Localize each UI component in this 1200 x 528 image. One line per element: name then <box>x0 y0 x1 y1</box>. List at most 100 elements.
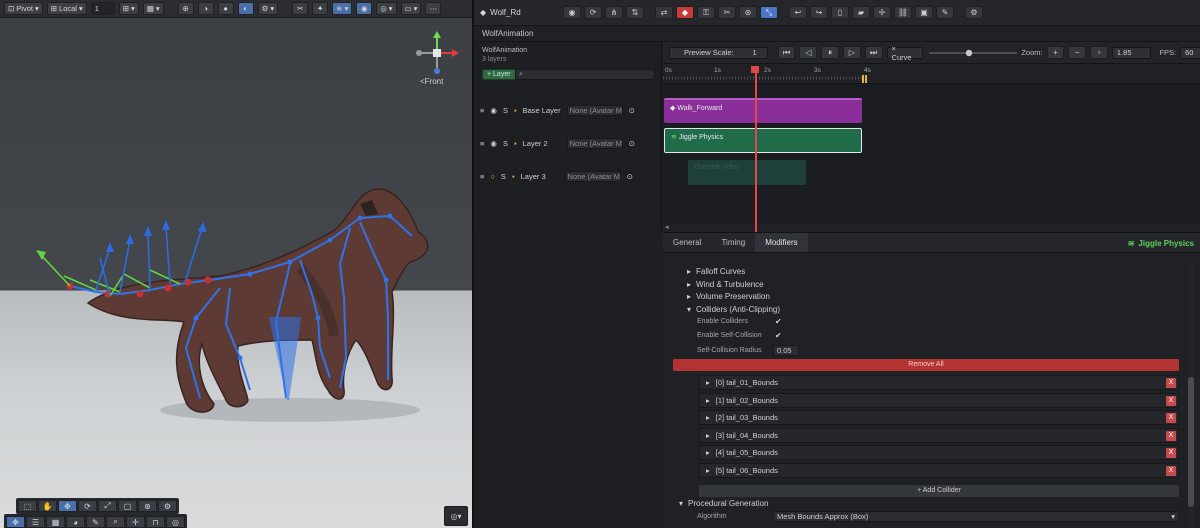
pan-tool[interactable]: ✛ <box>126 516 145 528</box>
avatar-mask-field[interactable]: None (Avatar Mask) <box>564 170 621 182</box>
pivot-dropdown[interactable]: ⊡ Pivot ▾ <box>4 2 43 15</box>
record-button[interactable]: ◉ <box>563 6 581 19</box>
timeline-hscroll[interactable]: ◂ <box>663 224 1200 232</box>
solid-shading-button[interactable]: ● <box>217 2 234 15</box>
light-toggle-button[interactable]: ✦ <box>312 2 329 15</box>
fps-field[interactable]: 60 <box>1180 46 1200 59</box>
hierarchy-button[interactable]: ⋔ <box>605 6 623 19</box>
algorithm-select[interactable]: Mesh Bounds Approx (Box) ▾ <box>773 511 1179 522</box>
section-wind[interactable]: ▸ Wind & Turbulence <box>687 280 764 289</box>
collider-item[interactable]: ▸ [4] tail_05_Bounds X <box>699 445 1179 460</box>
move-tool[interactable]: ✥ <box>58 500 77 512</box>
playhead[interactable] <box>755 66 757 232</box>
go-start-button[interactable]: ⏮ <box>777 46 796 59</box>
more-button[interactable]: ⋯ <box>425 2 442 15</box>
move-gizmo-tool[interactable]: ✥ <box>6 516 25 528</box>
render-settings-button[interactable]: ⚙ ▾ <box>257 2 279 15</box>
go-end-button[interactable]: ⏭ <box>864 46 883 59</box>
swap-button[interactable]: ⇄ <box>655 6 673 19</box>
material-shading-button[interactable]: ◐ <box>237 2 254 15</box>
new-file-button[interactable]: ▯ <box>831 6 849 19</box>
section-procedural[interactable]: ▾ Procedural Generation <box>679 499 769 508</box>
target-icon[interactable]: ⊙ <box>629 106 635 115</box>
collider-item[interactable]: ▸ [0] tail_01_Bounds X <box>699 375 1179 390</box>
enable-colliders-checkbox[interactable]: ✔ <box>775 317 782 326</box>
target-icon[interactable]: ⊙ <box>629 139 635 148</box>
view-label[interactable]: <Front <box>420 77 443 86</box>
save-button[interactable]: ▣ <box>915 6 933 19</box>
remove-collider-button[interactable]: X <box>1166 431 1176 441</box>
tab-modifiers[interactable]: Modifiers <box>755 233 808 252</box>
curve-tool-button[interactable]: ⤡ <box>760 6 778 19</box>
sort-button[interactable]: ⇅ <box>626 6 644 19</box>
refresh-button[interactable]: ⟳ <box>584 6 602 19</box>
grid-snap-button[interactable]: ⊞ ▾ <box>118 2 139 15</box>
overlay-menu-button[interactable]: ◎ ▾ <box>444 506 468 526</box>
compass-tool[interactable]: ◎ <box>166 516 185 528</box>
dopesheet-button[interactable]: ⊛ <box>739 6 757 19</box>
drag-handle-icon[interactable]: ≡ <box>480 106 484 115</box>
camera-settings-button[interactable]: ▭ ▾ <box>400 2 422 15</box>
layer-row-3[interactable]: ≡ ○ S ▪ Layer 3 None (Avatar Mask) ⊙ <box>474 160 662 192</box>
remove-collider-button[interactable]: X <box>1166 396 1176 406</box>
hidden-eye-icon[interactable]: ○ <box>490 172 495 181</box>
zoom-out-button[interactable]: − <box>1068 46 1087 59</box>
remove-all-button[interactable]: Remove All <box>673 359 1179 371</box>
lock-icon[interactable]: ▪ <box>512 172 515 181</box>
transform-tool[interactable]: ⊛ <box>138 500 157 512</box>
brush-button[interactable]: ✎ <box>936 6 954 19</box>
increment-snap-button[interactable]: ▦ ▾ <box>142 2 164 15</box>
orbit-tool[interactable]: ◕ <box>66 516 85 528</box>
custom-tool[interactable]: ⚙ <box>158 500 177 512</box>
inspector-scroll-thumb[interactable] <box>1188 377 1194 507</box>
view-cube-tool[interactable]: ⬚ <box>18 500 37 512</box>
tab-general[interactable]: General <box>663 233 711 252</box>
wolf-model[interactable] <box>0 18 472 528</box>
remove-collider-button[interactable]: X <box>1166 466 1176 476</box>
snap-input[interactable]: 1 <box>90 2 115 15</box>
eye-icon[interactable]: ◉ <box>490 139 497 148</box>
layer-row-2[interactable]: ≡ ◉ S ▪ Layer 2 None (Avatar Mask) ⊙ <box>474 127 662 159</box>
gizmos-toggle-button[interactable]: ◎ ▾ <box>376 2 397 15</box>
open-folder-button[interactable]: ▰ <box>852 6 870 19</box>
avatar-mask-field[interactable]: None (Avatar Mask) <box>566 137 623 149</box>
zoom-value-field[interactable]: 1.85 <box>1111 46 1152 59</box>
clip-layer-3[interactable]: Override (Idle) <box>688 160 806 185</box>
brush-tool[interactable]: ✎ <box>86 516 105 528</box>
scale-tool[interactable]: ⤢ <box>98 500 117 512</box>
zoom-tool[interactable]: ⌕ <box>106 516 125 528</box>
undo-button[interactable]: ↩ <box>789 6 807 19</box>
section-volume[interactable]: ▸ Volume Preservation <box>687 292 770 301</box>
shading-mode-button[interactable]: ◑ <box>197 2 214 15</box>
solo-toggle[interactable]: S <box>501 172 506 181</box>
lock-icon[interactable]: ▪ <box>514 106 517 115</box>
fx-toggle-button[interactable]: ✂ <box>292 2 309 15</box>
remove-collider-button[interactable]: X <box>1166 448 1176 458</box>
layer-row-base[interactable]: ≡ ◉ S ▪ Base Layer None (Avatar Mask) ⊙ <box>474 94 662 126</box>
zoom-in-button[interactable]: + <box>1046 46 1065 59</box>
key-button[interactable]: ⚿ <box>697 6 715 19</box>
play-button[interactable]: ▷ <box>843 46 861 59</box>
collider-item[interactable]: ▸ [3] tail_04_Bounds X <box>699 428 1179 443</box>
global-view-button[interactable]: ⊕ <box>177 2 194 15</box>
list-tool[interactable]: ☰ <box>26 516 45 528</box>
pivot-button[interactable]: ✢ <box>873 6 891 19</box>
avatar-mask-field[interactable]: None (Avatar Mask) <box>566 104 623 116</box>
add-collider-button[interactable]: + Add Collider <box>699 485 1179 497</box>
visibility-toggle-button[interactable]: ◉ <box>356 2 373 15</box>
collider-item[interactable]: ▸ [5] tail_06_Bounds X <box>699 463 1179 478</box>
rect-tool[interactable]: ▢ <box>118 500 137 512</box>
redo-button[interactable]: ↪ <box>810 6 828 19</box>
snap-tool[interactable]: ⊓ <box>146 516 165 528</box>
eye-icon[interactable]: ◉ <box>490 106 497 115</box>
link-button[interactable]: ⛓ <box>894 6 912 19</box>
layers-toggle-button[interactable]: ≋ ▾ <box>332 2 353 15</box>
scene-view[interactable]: ⊡ Pivot ▾ ⊞ Local ▾ 1 ⊞ ▾ ▦ ▾ ⊕ ◑ ● ◐ ⚙ ▾ ✂… <box>0 0 472 528</box>
settings-button[interactable]: ⚙ <box>965 6 983 19</box>
add-layer-button[interactable]: + Layer <box>482 69 516 80</box>
solo-toggle[interactable]: S <box>503 139 508 148</box>
prev-frame-button[interactable]: ◁ <box>799 46 818 59</box>
time-ruler[interactable]: 0s 1s 2s 3s 4s <box>663 64 1200 84</box>
section-colliders[interactable]: ▾ Colliders (Anti-Clipping) <box>687 305 780 314</box>
remove-collider-button[interactable]: X <box>1166 378 1176 388</box>
